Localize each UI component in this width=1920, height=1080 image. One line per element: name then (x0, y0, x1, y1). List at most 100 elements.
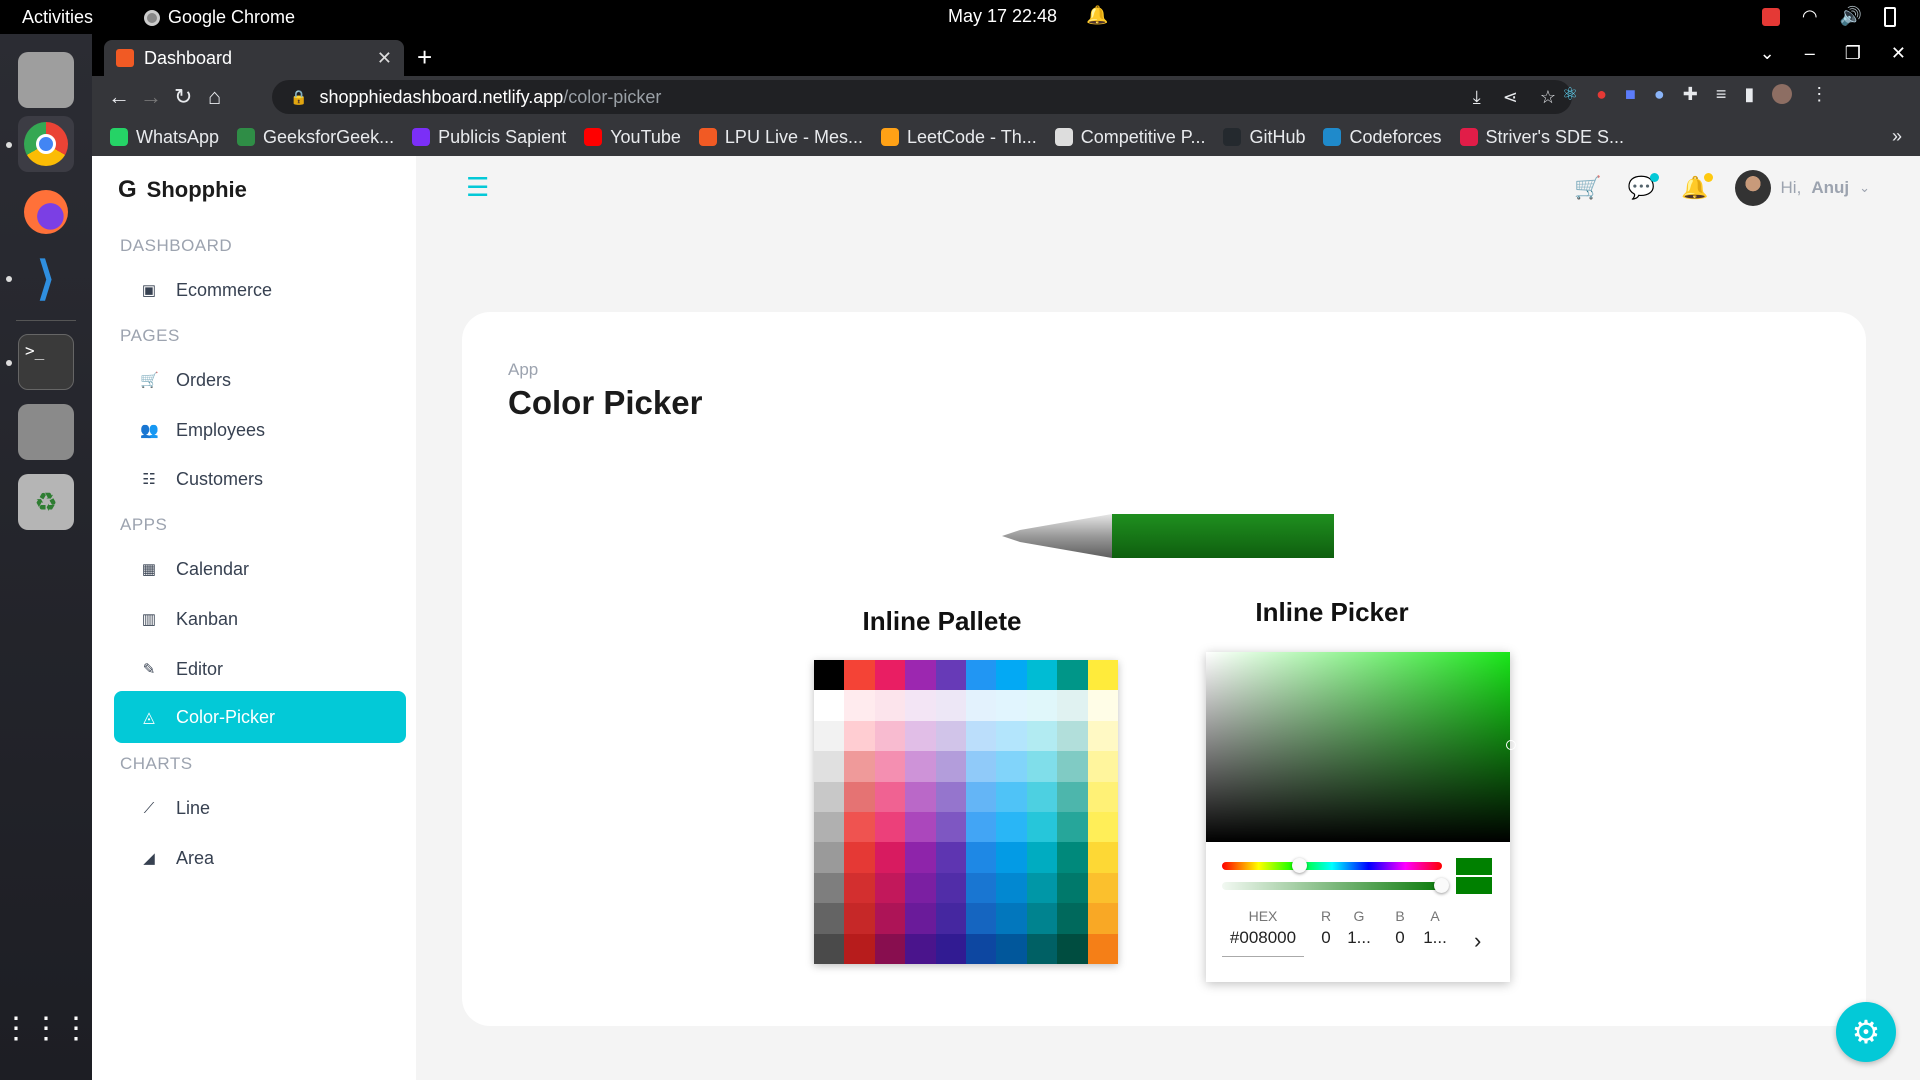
palette-swatch[interactable] (814, 751, 845, 782)
palette-swatch[interactable] (1087, 903, 1118, 934)
share-icon[interactable]: ⋖ (1503, 87, 1518, 108)
palette-swatch[interactable] (1026, 933, 1058, 964)
forward-icon[interactable]: → (140, 84, 162, 110)
palette-swatch[interactable] (814, 720, 845, 752)
palette-swatch[interactable] (844, 903, 875, 934)
palette-swatch[interactable] (996, 933, 1027, 964)
extensions-puzzle-icon[interactable]: ✚ (1683, 84, 1698, 105)
chrome-icon[interactable] (18, 116, 74, 172)
palette-swatch[interactable] (874, 720, 906, 752)
sidebar-item-color-picker[interactable]: ◬ Color-Picker (114, 691, 406, 743)
palette-swatch[interactable] (1087, 660, 1118, 691)
user-profile[interactable]: Hi, Anuj ⌄ (1734, 170, 1870, 206)
palette-swatch[interactable] (996, 903, 1027, 934)
side-panel-icon[interactable]: ▮ (1744, 84, 1754, 105)
palette-swatch[interactable] (1087, 872, 1118, 904)
new-tab-icon[interactable]: + (417, 42, 432, 73)
palette-swatch[interactable] (996, 751, 1027, 782)
palette-swatch[interactable] (965, 811, 997, 843)
bookmark-youtube[interactable]: YouTube (584, 127, 681, 148)
address-bar[interactable]: 🔒 shopphiedashboard.netlify.app/color-pi… (272, 80, 1572, 114)
palette-swatch[interactable] (814, 690, 845, 721)
palette-swatch[interactable] (965, 781, 997, 812)
palette-swatch[interactable] (874, 781, 906, 812)
bookmark-codeforces[interactable]: Codeforces (1323, 127, 1442, 148)
palette-swatch[interactable] (965, 842, 997, 873)
palette-swatch[interactable] (905, 781, 936, 812)
clock[interactable]: May 17 22:48 (948, 6, 1057, 27)
palette-swatch[interactable] (814, 933, 845, 964)
palette-swatch[interactable] (996, 781, 1027, 812)
palette-swatch[interactable] (844, 872, 875, 904)
green-value[interactable]: 1... (1342, 928, 1376, 948)
palette-swatch[interactable] (996, 842, 1027, 873)
palette-swatch[interactable] (965, 933, 997, 964)
palette-swatch[interactable] (1026, 811, 1058, 843)
bookmark-competitive-programming[interactable]: Competitive P... (1054, 127, 1205, 148)
back-icon[interactable]: ← (108, 84, 130, 110)
palette-swatch[interactable] (814, 660, 845, 691)
palette-swatch[interactable] (935, 872, 966, 904)
vscode-icon[interactable]: ⟩ (18, 250, 74, 306)
palette-swatch[interactable] (1087, 720, 1118, 752)
palette-swatch[interactable] (935, 811, 966, 843)
bookmark-github[interactable]: GitHub (1223, 127, 1305, 148)
sidebar-item-employees[interactable]: 👥 Employees (114, 404, 406, 456)
palette-swatch[interactable] (1057, 720, 1088, 752)
palette-swatch[interactable] (874, 660, 906, 691)
hue-slider[interactable] (1222, 862, 1442, 870)
palette-swatch[interactable] (1057, 660, 1088, 691)
palette-swatch[interactable] (1057, 811, 1088, 843)
alpha-slider[interactable] (1222, 882, 1442, 890)
palette-swatch[interactable] (935, 781, 966, 812)
sidebar-item-area[interactable]: ◢ Area (114, 832, 406, 884)
palette-swatch[interactable] (1057, 933, 1088, 964)
palette-swatch[interactable] (1057, 842, 1088, 873)
bookmark-whatsapp[interactable]: WhatsApp (110, 127, 219, 148)
terminal-icon[interactable]: >_ (18, 334, 74, 390)
bookmark-geeksforgeeks[interactable]: GeeksforGeek... (237, 127, 394, 148)
app-menu[interactable]: Google Chrome (144, 7, 295, 28)
palette-swatch[interactable] (1026, 660, 1058, 691)
alpha-value[interactable]: 1... (1418, 928, 1452, 948)
minimize-icon[interactable]: – (1805, 43, 1815, 64)
palette-swatch[interactable] (874, 933, 906, 964)
palette-swatch[interactable] (905, 690, 936, 721)
settings-gear-icon[interactable]: ⚙ (1836, 1002, 1896, 1062)
palette-swatch[interactable] (905, 933, 936, 964)
tab-dashboard[interactable]: Dashboard ✕ (104, 40, 404, 76)
chevron-right-icon[interactable]: › (1474, 928, 1481, 954)
reading-list-icon[interactable]: ≡ (1716, 84, 1727, 105)
palette-swatch[interactable] (996, 690, 1027, 721)
bookmark-publicis-sapient[interactable]: Publicis Sapient (412, 127, 566, 148)
saturation-cursor[interactable] (1506, 740, 1516, 750)
bookmark-leetcode[interactable]: LeetCode - Th... (880, 127, 1037, 148)
hex-value[interactable]: #008000 (1222, 928, 1304, 948)
palette-swatch[interactable] (874, 842, 906, 873)
palette-swatch[interactable] (844, 811, 875, 843)
palette-swatch[interactable] (1087, 933, 1118, 964)
green-field[interactable]: G 1... (1342, 908, 1376, 948)
chat-icon[interactable]: 💬 (1628, 173, 1660, 201)
cart-header-icon[interactable]: 🛒 (1574, 175, 1601, 201)
extension-cursor-icon[interactable]: ● (1654, 84, 1665, 105)
extension-blue-icon[interactable]: ■ (1625, 84, 1636, 105)
palette-swatch[interactable] (844, 842, 875, 873)
disk-icon[interactable] (18, 404, 74, 460)
palette-swatch[interactable] (1057, 781, 1088, 812)
palette-swatch[interactable] (1087, 781, 1118, 812)
bookmark-star-icon[interactable]: ☆ (1540, 87, 1556, 108)
palette-swatch[interactable] (935, 720, 966, 752)
bookmark-lpu-live[interactable]: LPU Live - Mes... (698, 127, 863, 148)
palette-swatch[interactable] (965, 720, 997, 752)
tab-search-icon[interactable]: ⌄ (1760, 43, 1775, 64)
show-apps-icon[interactable]: ⋮⋮⋮ (1, 1000, 91, 1056)
red-field[interactable]: R 0 (1314, 908, 1338, 948)
palette-swatch[interactable] (814, 903, 845, 934)
palette-swatch[interactable] (996, 872, 1027, 904)
install-icon[interactable]: ⤓ (1473, 87, 1481, 108)
palette-swatch[interactable] (1026, 751, 1058, 782)
palette-swatch[interactable] (844, 720, 875, 752)
palette-swatch[interactable] (996, 660, 1027, 691)
palette-swatch[interactable] (1087, 751, 1118, 782)
